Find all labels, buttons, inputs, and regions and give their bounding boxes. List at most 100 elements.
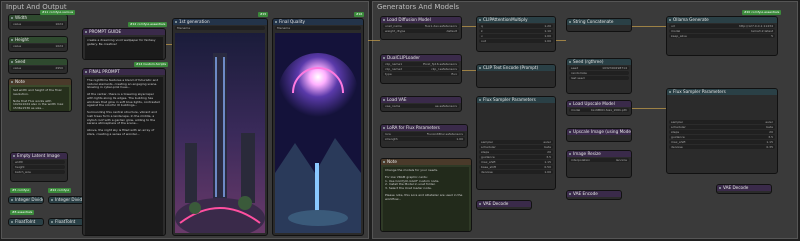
flux-sampler-node[interactable]: Flux Sampler Parameters sampler euler sch… [476,96,556,190]
prompt-guide-text[interactable]: create a dreaming vivid wallpaper for fa… [85,37,163,59]
vae-name[interactable]: vae_name ae.safetensors [383,104,459,108]
v-value[interactable]: v 1.00 [479,34,553,38]
randomize-button[interactable]: randomize [569,71,629,75]
integer-divide-node[interactable]: Integer Divide [8,196,44,204]
max-shift-row[interactable]: max_shift 1.15 [669,140,775,144]
node-title: Ollama Generate [667,17,777,23]
note-node[interactable]: Note Set width and height of the final r… [8,78,72,112]
seed-node[interactable]: Seed value 2950 [8,58,68,74]
flux-sampler-node[interactable]: Flux Sampler Parameters sampler euler sch… [666,88,778,174]
unet-name[interactable]: unet_name flux1-dev.safetensors [383,24,459,28]
latent-width: width [13,160,65,164]
float-to-int-node[interactable]: FloatToInt [48,218,84,226]
node-title: Width [9,15,67,21]
vae-encode-node[interactable]: VAE Encode [566,190,622,200]
prompt-guide-node[interactable]: PROMPT GUIDE create a dreaming vivid wal… [82,28,166,60]
clip-text-encode-node[interactable]: CLIP Text Encode (Prompt) [476,64,556,88]
node-title: Note [9,79,71,85]
first-generation-node[interactable]: 1st generation filename [172,18,268,236]
lora-strength[interactable]: strength 1.00 [383,137,465,141]
seed-value[interactable]: value 2950 [11,66,65,70]
ollama-url[interactable]: url http://127.0.0.1:11434 [669,24,775,28]
clip-attention-node[interactable]: CLIPAttentionMultiply q 1.20 k 1.10 v 1.00 … [476,16,556,52]
integer-divide-node[interactable]: Integer Divide [48,196,84,204]
final-quality-node[interactable]: Final Quality filename [272,18,364,236]
upscale-image-node[interactable]: Upscale Image (using Model) [566,128,632,142]
scheduler-row[interactable]: scheduler beta [669,125,775,129]
model-name[interactable]: model 4x-NMKD-Siax_200k.pth [569,108,629,112]
width-node[interactable]: Width value 1024 [8,14,68,30]
steps-row[interactable]: steps 20 [669,130,775,134]
seed-rgthree-node[interactable]: Seed (rgthree) seed 1032300298714 randomi… [566,58,632,94]
height-node[interactable]: Height value 1024 [8,36,68,52]
interpolation-row[interactable]: interpolation lanczos [569,158,629,162]
group-title: Generators And Models [377,3,459,11]
vae-decode-node[interactable]: VAE Decode [716,184,772,194]
node-badge: #11 comfyui-various [40,10,76,15]
connection-wire [632,108,666,109]
note-node[interactable]: Note Change the models for your needs. F… [380,158,472,232]
connection-wire [462,26,476,27]
load-diffusion-node[interactable]: Load Diffusion Model unet_name flux1-dev.… [380,16,462,40]
final-prompt-node[interactable]: FINAL PROMPT The nighttime features a bl… [82,68,166,236]
empty-latent-node[interactable]: Empty Latent Image width height batch_si… [10,152,68,182]
q-value[interactable]: q 1.20 [479,24,553,28]
ollama-model[interactable]: model llama3.2:latest [669,29,775,33]
steps-row[interactable]: steps 20 [479,150,553,154]
node-title: LoRA for Flux Parameters [381,125,467,131]
connection-wire [462,70,476,71]
clip-name1[interactable]: clip_name1 t5xxl_fp16.safetensors [383,62,459,66]
last-seed-button[interactable]: last seed [569,76,629,80]
string-concat-node[interactable]: String Concatenate [566,18,632,32]
node-title: Upscale Image (using Model) [567,129,631,135]
guidance-row[interactable]: guidance 3.5 [479,155,553,159]
note-text[interactable]: Change the models for your needs. For lo… [383,167,469,231]
weight-dtype[interactable]: weight_dtype default [383,29,459,33]
vae-decode-node[interactable]: VAE Decode [476,200,532,210]
height-value[interactable]: value 1024 [11,44,65,48]
node-title: 1st generation [173,19,267,25]
node-title: Flux Sampler Parameters [667,89,777,95]
ollama-generate-node[interactable]: Ollama Generate url http://127.0.0.1:1143… [666,16,778,56]
load-vae-node[interactable]: Load VAE vae_name ae.safetensors [380,96,462,112]
base-shift-row[interactable]: base_shift 0.50 [479,165,553,169]
k-value[interactable]: k 1.10 [479,29,553,33]
node-title: VAE Decode [717,185,771,191]
connection-wire [632,26,666,27]
denoise-row[interactable]: denoise 1.00 [479,170,553,174]
lora-node[interactable]: LoRA for Flux Parameters lora FluxAntiBlu… [380,124,468,148]
node-title: Seed [9,59,67,65]
node-title: Empty Latent Image [11,153,67,159]
node-title: FloatToInt [9,219,43,225]
node-badge: #12 comfyui-essentials [128,22,168,27]
width-value[interactable]: value 1024 [11,22,65,26]
scheduler-row[interactable]: scheduler beta [479,145,553,149]
node-badge: #15 [258,12,269,17]
seed-row[interactable]: seed 1032300298714 [569,66,629,70]
lora-name[interactable]: lora FluxAntiBlur.safetensors [383,132,465,136]
final-prompt-text[interactable]: The nighttime features a blend of futuri… [85,77,163,235]
max-shift-row[interactable]: max_shift 1.15 [479,160,553,164]
clip-name2[interactable]: clip_name2 clip_l.safetensors [383,67,459,71]
sampler-row[interactable]: sampler euler [479,140,553,144]
node-title: Height [9,37,67,43]
keep-alive[interactable]: keep_alive 5 [669,34,775,38]
denoise-row[interactable]: denoise 0.35 [669,145,775,149]
node-title: VAE Decode [477,201,531,207]
node-badge: #5 comfyui [10,188,32,193]
city-image [175,33,265,233]
sampler-row[interactable]: sampler euler [669,120,775,124]
load-upscale-node[interactable]: Load Upscale Model model 4x-NMKD-Siax_200… [566,100,632,116]
note-text[interactable]: Set width and height of the final resolu… [11,87,69,111]
clip-type[interactable]: type flux [383,72,459,76]
node-title: Flux Sampler Parameters [477,97,555,103]
node-title: Load VAE [381,97,461,103]
node-title: Seed (rgthree) [567,59,631,65]
node-title: DualCLIPLoader [381,55,461,61]
out-value[interactable]: out 1.00 [479,39,553,43]
dual-clip-node[interactable]: DualCLIPLoader clip_name1 t5xxl_fp16.safe… [380,54,462,84]
image-resize-node[interactable]: Image Resize interpolation lanczos [566,150,632,178]
guidance-row[interactable]: guidance 3.5 [669,135,775,139]
node-badge: #14 Custom-Scripts [134,62,169,67]
float-to-int-node[interactable]: FloatToInt [8,218,44,226]
